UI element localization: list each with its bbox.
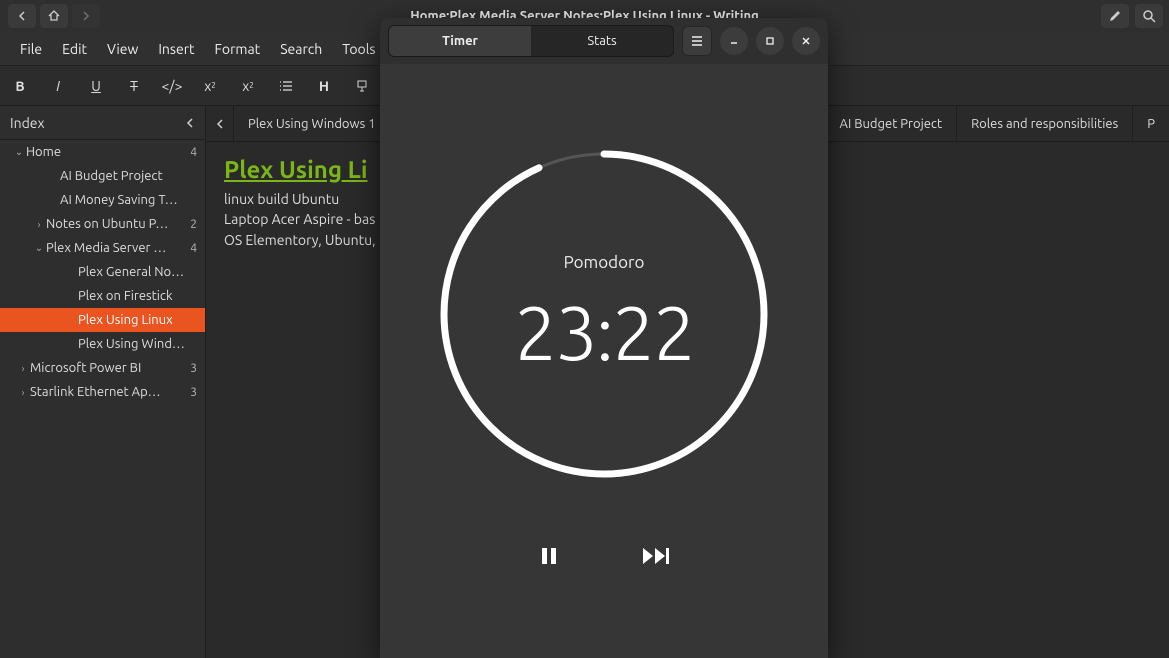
skip-button[interactable] — [641, 544, 671, 572]
bold-icon[interactable]: B — [10, 76, 30, 96]
tree-item[interactable]: AI Budget Project — [0, 164, 205, 188]
timer-ring: Pomodoro 23:22 — [434, 144, 774, 484]
sidebar-tree: ⌄Home4AI Budget ProjectAI Money Saving T… — [0, 140, 205, 658]
timer-mode-label: Pomodoro — [564, 253, 645, 272]
tab-timer[interactable]: Timer — [389, 26, 531, 56]
tree-item[interactable]: Plex on Firestick — [0, 284, 205, 308]
menu-file[interactable]: File — [10, 35, 52, 63]
tab-roles[interactable]: Roles and responsibilities — [957, 106, 1133, 141]
tab-stats[interactable]: Stats — [531, 26, 673, 56]
tree-item[interactable]: Plex General No… — [0, 260, 205, 284]
tree-item[interactable]: ⌄Plex Media Server …4 — [0, 236, 205, 260]
pomodoro-window: Timer Stats Pomodoro 23:22 — [380, 18, 828, 658]
tab-plex-windows[interactable]: Plex Using Windows 1 — [234, 106, 391, 141]
sidebar: Index ⌄Home4AI Budget ProjectAI Money Sa… — [0, 106, 206, 658]
tree-item[interactable]: Plex Using Linux — [0, 308, 205, 332]
sidebar-collapse-icon[interactable] — [185, 115, 195, 131]
tree-item[interactable]: ⌄Home4 — [0, 140, 205, 164]
italic-icon[interactable]: I — [48, 76, 68, 96]
menu-format[interactable]: Format — [205, 35, 271, 63]
menu-view[interactable]: View — [97, 35, 148, 63]
edit-icon[interactable] — [1101, 4, 1129, 28]
nav-home-button[interactable] — [40, 4, 68, 28]
search-icon[interactable] — [1135, 4, 1163, 28]
pomodoro-tabs: Timer Stats — [388, 25, 674, 57]
timer-time: 23:22 — [514, 290, 694, 375]
tree-item[interactable]: ›Notes on Ubuntu P…2 — [0, 212, 205, 236]
insert-icon[interactable] — [352, 76, 372, 96]
nav-forward-button[interactable] — [72, 4, 100, 28]
superscript-icon[interactable]: x2 — [238, 76, 258, 96]
heading-icon[interactable]: H — [314, 76, 334, 96]
code-icon[interactable]: </> — [162, 76, 182, 96]
tree-item[interactable]: Plex Using Wind… — [0, 332, 205, 356]
tree-item[interactable]: AI Money Saving T… — [0, 188, 205, 212]
tab-ai-budget[interactable]: AI Budget Project — [826, 106, 958, 141]
tab-back-button[interactable] — [206, 106, 234, 141]
menu-edit[interactable]: Edit — [52, 35, 97, 63]
tab-partial[interactable]: P — [1133, 106, 1169, 141]
close-icon[interactable] — [792, 27, 820, 55]
pomodoro-header: Timer Stats — [380, 18, 828, 64]
minimize-icon[interactable] — [720, 27, 748, 55]
nav-back-button[interactable] — [8, 4, 36, 28]
list-icon[interactable] — [276, 76, 296, 96]
menu-search[interactable]: Search — [270, 35, 332, 63]
underline-icon[interactable]: U — [86, 76, 106, 96]
sidebar-header: Index — [10, 115, 45, 131]
tree-item[interactable]: ›Starlink Ethernet Ap…3 — [0, 380, 205, 404]
menu-insert[interactable]: Insert — [148, 35, 204, 63]
menu-tools[interactable]: Tools — [332, 35, 385, 63]
maximize-icon[interactable] — [756, 27, 784, 55]
hamburger-icon[interactable] — [682, 26, 712, 56]
strike-icon[interactable]: T — [124, 76, 144, 96]
tree-item[interactable]: ›Microsoft Power BI3 — [0, 356, 205, 380]
subscript-icon[interactable]: x2 — [200, 76, 220, 96]
pause-button[interactable] — [537, 544, 561, 572]
